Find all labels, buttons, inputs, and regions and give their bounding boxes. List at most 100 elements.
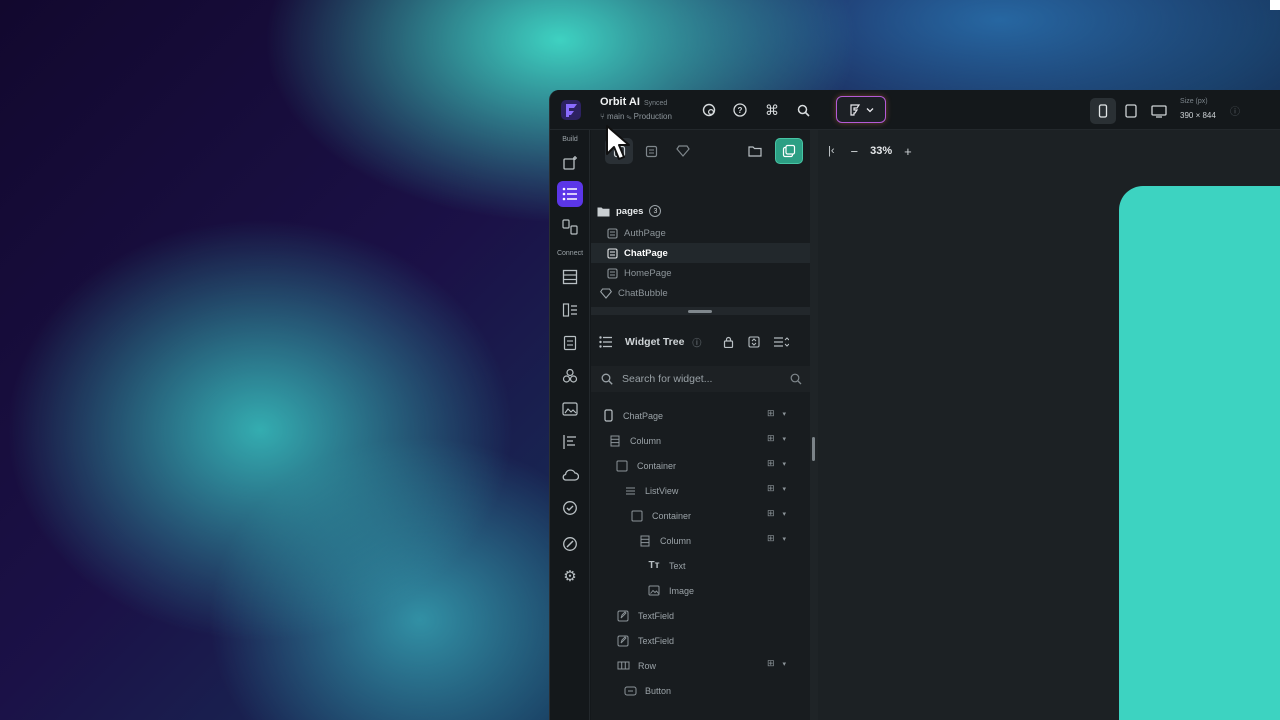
zoom-in-icon[interactable]: + xyxy=(904,144,912,159)
widget-search-bar xyxy=(591,366,810,392)
tree-node-label: TextField xyxy=(638,635,675,646)
left-nav-rail: Build Connect ⚙ xyxy=(550,130,590,720)
node-menu-chevron-icon[interactable]: ▾ xyxy=(783,660,787,668)
node-menu-chevron-icon[interactable]: ▾ xyxy=(783,485,787,493)
row-icon xyxy=(616,659,630,673)
expand-collapse-icon[interactable] xyxy=(748,336,760,348)
tree-node-button[interactable]: Button xyxy=(591,678,810,703)
drag-handle[interactable] xyxy=(688,310,712,313)
test-check-icon[interactable] xyxy=(557,495,583,521)
widget-tree-title: Widget Tree xyxy=(625,336,685,348)
zoom-level[interactable]: 33% xyxy=(870,145,892,157)
panel-resize-divider[interactable] xyxy=(591,307,810,315)
container-icon xyxy=(630,509,644,523)
page-icon xyxy=(607,247,618,259)
database-icon[interactable] xyxy=(557,264,583,290)
pages-folder-label: pages xyxy=(616,205,644,217)
app-logo-icon[interactable] xyxy=(560,99,582,121)
app-window: Orbit AISynced ⑂ main ✎ Production ? ⌘ xyxy=(549,90,1280,720)
tab-library-gem-icon[interactable] xyxy=(669,138,697,164)
widget-search-input[interactable] xyxy=(622,373,787,385)
tree-node-column[interactable]: Column ⊞ ▾ xyxy=(591,428,810,453)
node-menu-chevron-icon[interactable]: ▾ xyxy=(783,410,787,418)
add-child-icon[interactable]: ⊞ xyxy=(767,433,775,444)
textfield-icon xyxy=(616,634,630,648)
page-item-chatpage[interactable]: ChatPage xyxy=(591,243,810,263)
pages-folder[interactable]: pages 3 xyxy=(597,205,662,217)
logic-flow-icon[interactable] xyxy=(557,429,583,455)
tree-node-container[interactable]: Container ⊞ ▾ xyxy=(591,453,810,478)
add-child-icon[interactable]: ⊞ xyxy=(767,458,775,469)
connect-section-label: Connect xyxy=(556,250,584,257)
project-title[interactable]: Orbit AI Synced xyxy=(600,96,667,108)
ai-search-icon[interactable] xyxy=(790,373,802,385)
tree-node-chatpage[interactable]: ChatPage ⊞ ▾ xyxy=(591,403,810,428)
device-preview-frame[interactable] xyxy=(1119,186,1280,720)
page-item-homepage[interactable]: HomePage xyxy=(591,263,810,283)
data-types-icon[interactable] xyxy=(557,297,583,323)
component-item-chatbubble[interactable]: ChatBubble xyxy=(591,283,810,303)
node-menu-chevron-icon[interactable]: ▾ xyxy=(783,435,787,443)
media-assets-icon[interactable] xyxy=(557,396,583,422)
new-folder-icon[interactable] xyxy=(741,138,769,164)
cloud-icon[interactable] xyxy=(557,462,583,488)
add-child-icon[interactable]: ⊞ xyxy=(767,508,775,519)
api-calls-icon[interactable] xyxy=(557,330,583,356)
tree-node-container[interactable]: Container ⊞ ▾ xyxy=(591,503,810,528)
column-icon xyxy=(638,534,652,548)
splitter-handle[interactable] xyxy=(812,437,815,461)
theme-palette-icon[interactable] xyxy=(557,531,583,557)
tree-node-label: Button xyxy=(645,685,672,696)
tree-node-label: TextField xyxy=(638,610,675,621)
page-item-authpage[interactable]: AuthPage xyxy=(591,223,810,243)
tablet-device-icon[interactable] xyxy=(1118,98,1144,124)
add-child-icon[interactable]: ⊞ xyxy=(767,533,775,544)
help-icon[interactable]: ? xyxy=(731,101,749,119)
add-page-button[interactable] xyxy=(775,138,803,164)
info-icon[interactable]: ⓘ xyxy=(1226,101,1244,119)
container-icon xyxy=(615,459,629,473)
widget-tree-info-icon[interactable]: ⓘ xyxy=(692,336,701,349)
zoom-out-icon[interactable]: − xyxy=(851,144,859,159)
widget-tree-icon xyxy=(599,336,612,348)
textfield-icon xyxy=(616,609,630,623)
palette-icon[interactable] xyxy=(700,101,718,119)
add-widget-icon[interactable] xyxy=(557,150,583,176)
panel-splitter[interactable] xyxy=(810,130,818,720)
tree-node-textfield[interactable]: TextField xyxy=(591,603,810,628)
widget-tree-nav-icon[interactable] xyxy=(557,181,583,207)
framework-menu-button[interactable] xyxy=(836,96,886,123)
tree-options-icon[interactable] xyxy=(773,336,789,348)
project-name: Orbit AI xyxy=(600,96,640,108)
tree-node-text[interactable]: Tт Text xyxy=(591,553,810,578)
branch-info[interactable]: ⑂ main ✎ Production xyxy=(600,112,672,121)
node-menu-chevron-icon[interactable]: ▾ xyxy=(783,535,787,543)
tree-node-listview[interactable]: ListView ⊞ ▾ xyxy=(591,478,810,503)
desktop-device-icon[interactable] xyxy=(1146,98,1172,124)
tree-node-row[interactable]: Row ⊞ ▾ xyxy=(591,653,810,678)
tree-node-image[interactable]: Image xyxy=(591,578,810,603)
tree-node-textfield[interactable]: TextField xyxy=(591,628,810,653)
tree-node-label: ListView xyxy=(645,485,679,496)
tab-components-icon[interactable] xyxy=(637,138,665,164)
add-child-icon[interactable]: ⊞ xyxy=(767,483,775,494)
tree-node-label: Container xyxy=(652,510,692,521)
tree-node-label: Image xyxy=(669,585,695,596)
node-menu-chevron-icon[interactable]: ▾ xyxy=(783,510,787,518)
add-child-icon[interactable]: ⊞ xyxy=(767,658,775,669)
integrations-icon[interactable] xyxy=(557,363,583,389)
search-icon xyxy=(601,373,613,385)
storyboard-icon[interactable] xyxy=(557,214,583,240)
lock-icon[interactable] xyxy=(723,336,734,348)
tree-node-column[interactable]: Column ⊞ ▾ xyxy=(591,528,810,553)
phone-device-icon[interactable] xyxy=(1090,98,1116,124)
command-icon[interactable]: ⌘ xyxy=(763,101,781,119)
design-canvas[interactable]: |‹ − 33% + xyxy=(818,130,1280,720)
tree-node-label: Column xyxy=(630,435,662,446)
search-icon[interactable] xyxy=(794,101,812,119)
settings-gear-icon[interactable]: ⚙ xyxy=(557,563,583,589)
collapse-panel-icon[interactable]: |‹ xyxy=(828,145,835,157)
add-child-icon[interactable]: ⊞ xyxy=(767,408,775,419)
size-value[interactable]: 390 × 844 xyxy=(1180,111,1216,120)
node-menu-chevron-icon[interactable]: ▾ xyxy=(783,460,787,468)
